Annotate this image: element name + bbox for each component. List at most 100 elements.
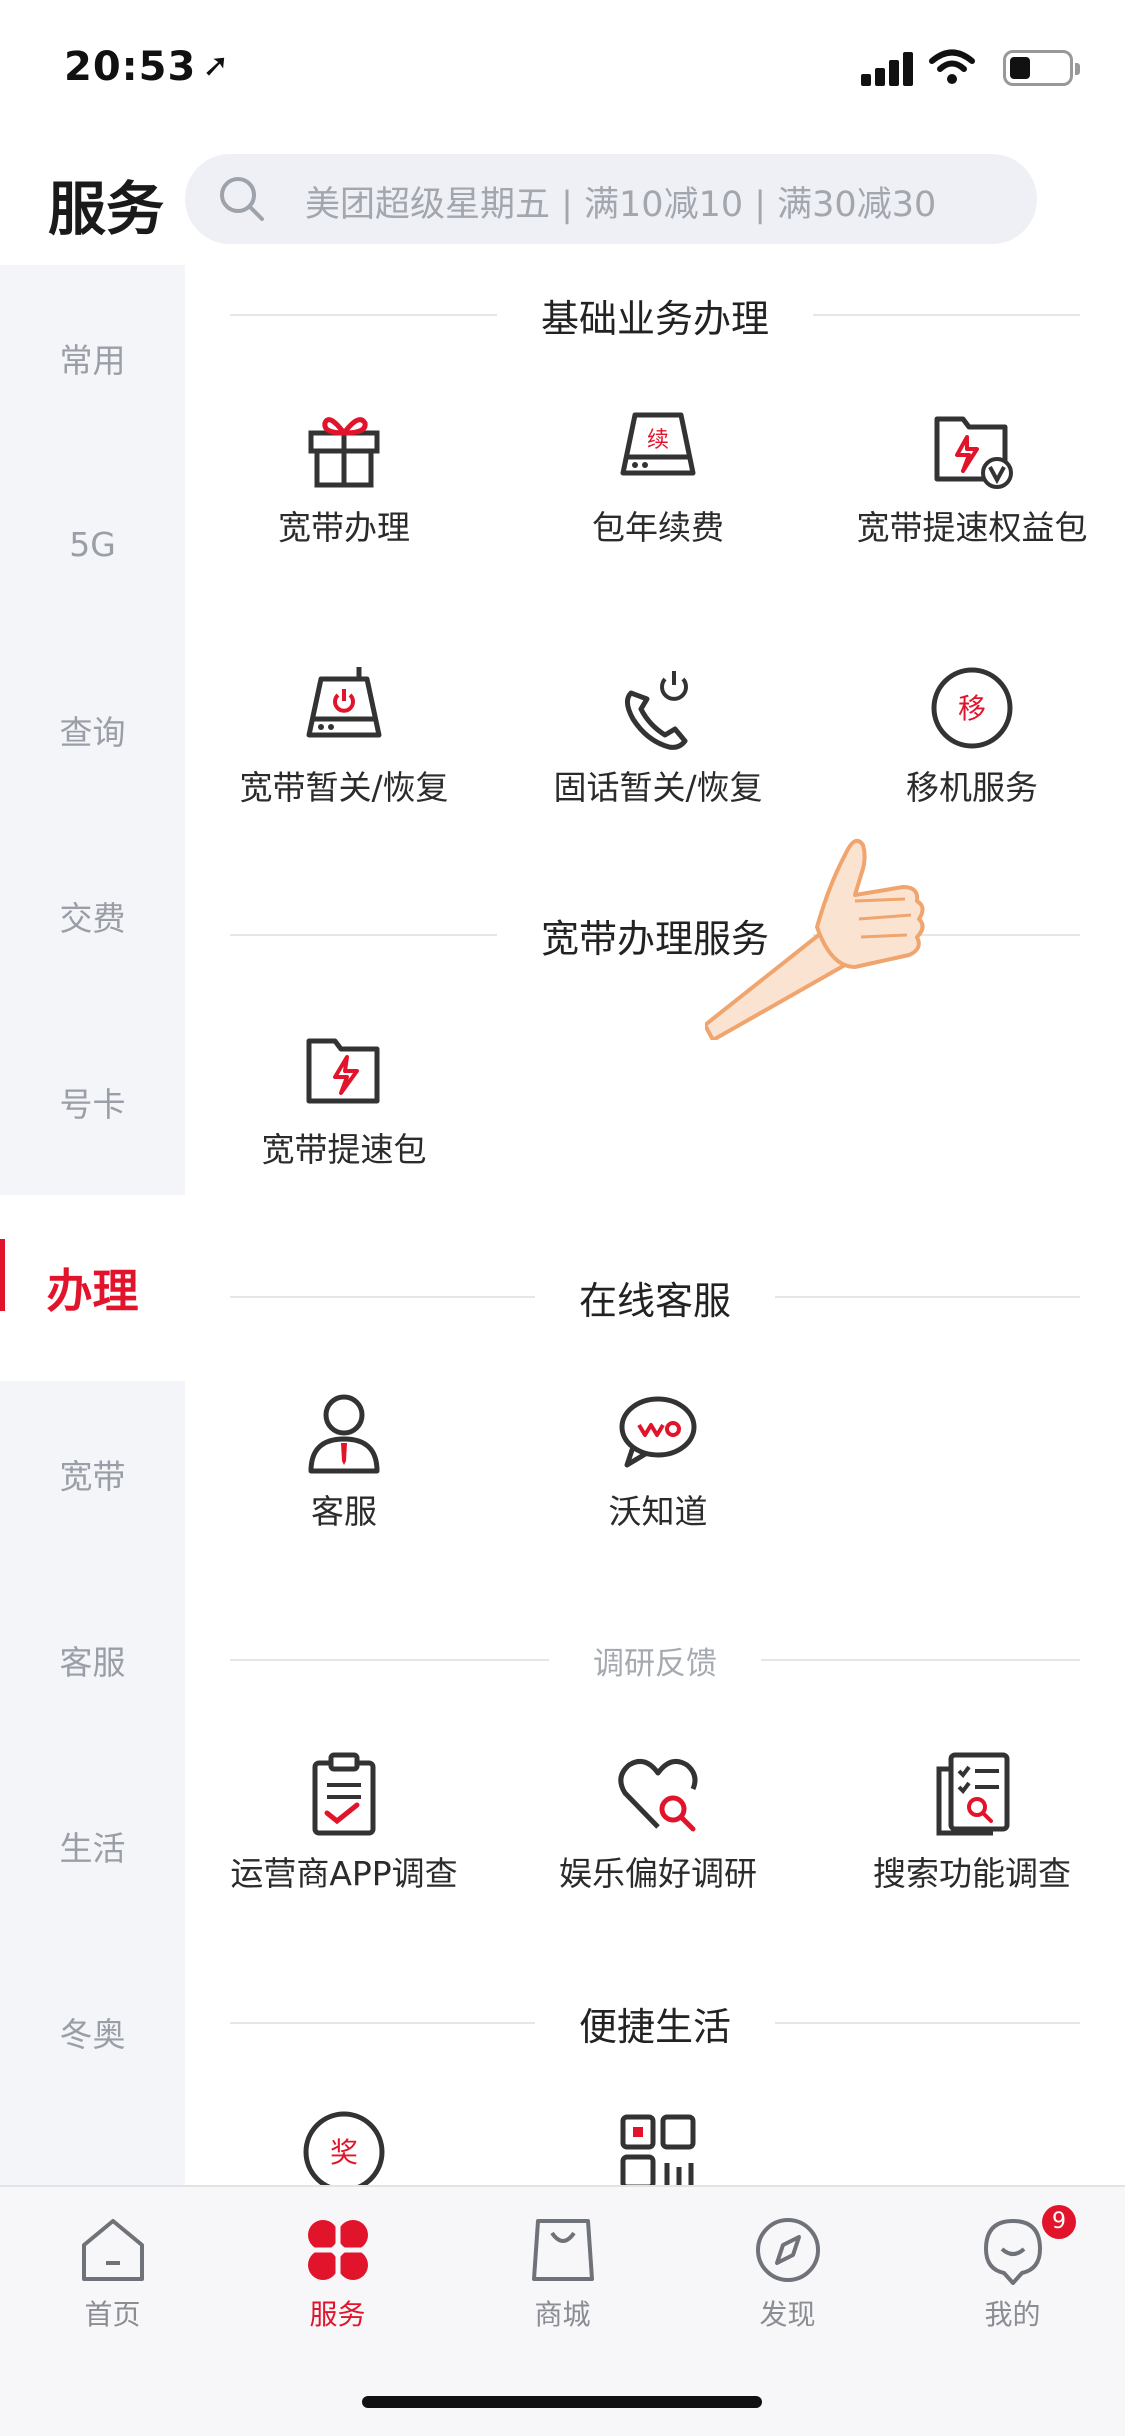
tile-label: 宽带提速包 (261, 1130, 427, 1169)
sidebar-item-common[interactable]: 常用 (0, 265, 185, 451)
sidebar-item-label: 查询 (59, 713, 126, 752)
sidebar-item-sim[interactable]: 号卡 (0, 1009, 185, 1195)
section-title-text: 便捷生活 (579, 2004, 732, 2049)
list-search-icon (936, 1752, 1010, 1836)
page-title: 服务 (48, 175, 165, 243)
folder-speed-icon (306, 1038, 380, 1104)
status-bar: 20:53 ➚ (0, 0, 1125, 140)
compass-icon (756, 2218, 820, 2282)
folder-speed-vip-icon (934, 416, 1013, 489)
sidebar-item-label: 生活 (59, 1829, 126, 1868)
qr-code-tile[interactable] (501, 2107, 815, 2185)
prize-tile[interactable]: 奖 (187, 2107, 501, 2185)
sidebar-item-handle[interactable]: 办理 (0, 1195, 185, 1381)
search-placeholder: 美团超级星期五 | 满10减10 | 满30减30 (305, 185, 937, 225)
sidebar-item-olympics[interactable]: 冬奥 (0, 1939, 185, 2125)
tab-label: 发现 (759, 2298, 816, 2331)
home-indicator (362, 2396, 762, 2408)
section-title-online-service: 在线客服 (230, 1267, 1081, 1327)
gift-icon (308, 417, 380, 488)
tab-profile[interactable]: 9 我的 (900, 2205, 1125, 2347)
tile-label: 包年续费 (592, 508, 724, 547)
tile-label: 运营商APP调查 (230, 1854, 458, 1893)
search-icon (220, 177, 264, 221)
tile-label: 宽带提速权益包 (856, 508, 1088, 547)
location-arrow-icon: ➚ (202, 46, 231, 84)
status-time-text: 20:53 (64, 44, 197, 90)
section-title-text: 调研反馈 (593, 1645, 717, 1682)
tab-label: 服务 (309, 2298, 366, 2331)
tab-mall[interactable]: 商城 (450, 2207, 675, 2347)
move-icon: 移 (931, 667, 1013, 749)
status-icons (861, 46, 1081, 90)
tab-discover[interactable]: 发现 (675, 2207, 900, 2347)
chat-bubble-icon (619, 1396, 697, 1468)
thumbs-up-hand-overlay (705, 838, 925, 1040)
header: 服务 美团超级星期五 | 满10减10 | 满30减30 (0, 140, 1125, 265)
search-input[interactable]: 美团超级星期五 | 满10减10 | 满30减30 (185, 154, 1037, 244)
tile-label: 沃知道 (608, 1492, 708, 1531)
tab-label: 首页 (84, 2298, 141, 2331)
prize-icon-text: 奖 (330, 2136, 358, 2169)
speed-vip-package-tile[interactable]: 宽带提速权益包 (815, 403, 1125, 603)
tile-label: 娱乐偏好调研 (559, 1854, 757, 1893)
status-time: 20:53 ➚ (64, 44, 230, 90)
tab-home[interactable]: 首页 (0, 2207, 225, 2347)
phone-power-icon (625, 671, 688, 750)
sidebar-item-5g[interactable]: 5G (0, 451, 185, 637)
clover-icon (308, 2220, 368, 2280)
broadband-apply-tile[interactable]: 宽带办理 (187, 403, 501, 603)
heart-search-icon (618, 1758, 698, 1832)
tab-service[interactable]: 服务 (225, 2207, 450, 2347)
home-icon (82, 2219, 144, 2281)
sidebar-item-label: 客服 (59, 1643, 126, 1682)
service-content: 基础业务办理 宽带办理 续 包年续费 宽带提速权益包 宽带暂关/恢复 固话暂关/… (185, 265, 1125, 2185)
sidebar-item-service[interactable]: 客服 (0, 1567, 185, 1753)
entertainment-survey-tile[interactable]: 娱乐偏好调研 (501, 1749, 815, 1949)
search-feature-survey-tile[interactable]: 搜索功能调查 (815, 1749, 1125, 1949)
speed-package-tile[interactable]: 宽带提速包 (187, 1025, 501, 1225)
qr-code-icon (620, 2114, 696, 2185)
customer-service-tile[interactable]: 客服 (187, 1387, 501, 1587)
section-title-survey: 调研反馈 (230, 1630, 1080, 1690)
tile-label: 搜索功能调查 (873, 1854, 1071, 1893)
broadband-suspend-tile[interactable]: 宽带暂关/恢复 (187, 663, 501, 863)
wo-knows-tile[interactable]: 沃知道 (501, 1387, 815, 1587)
sidebar-item-life[interactable]: 生活 (0, 1753, 185, 1939)
battery-icon (1003, 50, 1080, 86)
section-title-broadband: 宽带办理服务 (230, 905, 1081, 965)
notification-badge: 9 (1042, 2205, 1076, 2239)
tile-label: 客服 (311, 1492, 377, 1531)
section-title-text: 基础业务办理 (541, 296, 770, 341)
section-title-basic: 基础业务办理 (230, 285, 1081, 345)
sidebar-item-query[interactable]: 查询 (0, 637, 185, 823)
router-power-icon (306, 667, 382, 738)
tab-label: 我的 (984, 2298, 1041, 2331)
prize-icon: 奖 (303, 2111, 385, 2185)
sidebar-item-label: 办理 (46, 1264, 139, 1318)
sidebar-item-label: 宽带 (59, 1457, 126, 1496)
sidebar-item-payment[interactable]: 交费 (0, 823, 185, 1009)
tile-label: 宽带办理 (278, 508, 410, 547)
tile-label: 移机服务 (906, 768, 1038, 807)
sidebar-item-label: 交费 (59, 899, 126, 938)
router-renew-icon: 续 (620, 412, 696, 476)
tile-label: 固话暂关/恢复 (553, 768, 763, 807)
operator-app-survey-tile[interactable]: 运营商APP调查 (187, 1749, 501, 1949)
agent-icon (308, 1394, 380, 1474)
wifi-icon (929, 49, 975, 84)
sidebar-item-label: 号卡 (59, 1085, 126, 1124)
sidebar-item-label: 5G (69, 524, 116, 564)
tab-label: 商城 (534, 2298, 591, 2331)
router-icon-text: 续 (647, 428, 669, 453)
sidebar-item-broadband[interactable]: 宽带 (0, 1381, 185, 1567)
sidebar-item-label: 常用 (59, 341, 126, 380)
section-title-life: 便捷生活 (230, 1993, 1081, 2053)
tile-label: 宽带暂关/恢复 (239, 768, 449, 807)
section-title-text: 在线客服 (579, 1278, 732, 1323)
annual-renew-tile[interactable]: 续 包年续费 (501, 403, 815, 603)
sidebar-item-label: 冬奥 (59, 2015, 126, 2054)
profile-icon (984, 2219, 1042, 2285)
category-sidebar: 常用 5G 查询 交费 号卡 办理 宽带 客服 生活 冬奥 (0, 265, 185, 2185)
move-icon-text: 移 (958, 692, 986, 725)
